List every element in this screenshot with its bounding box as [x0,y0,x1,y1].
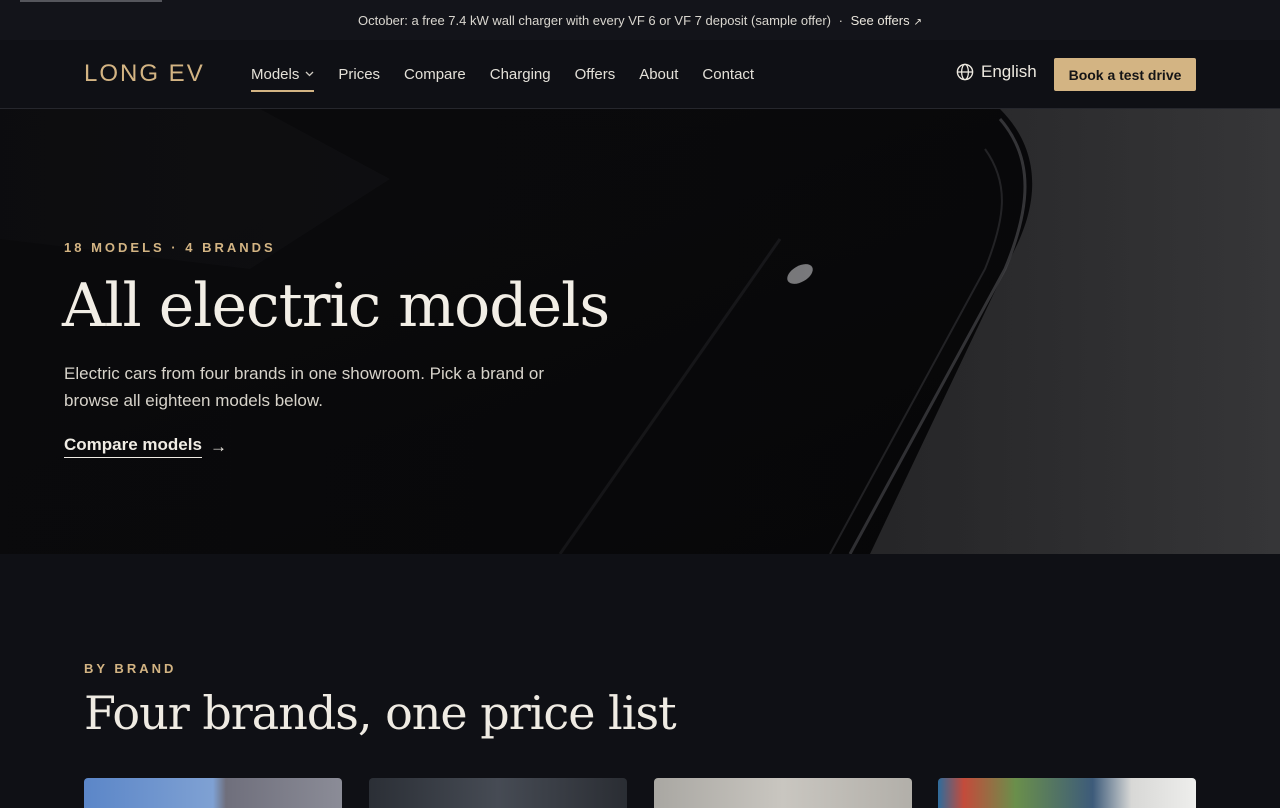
arrow-right-icon: → [209,436,227,456]
brands-eyebrow: BY BRAND [84,661,177,676]
main-nav: Models Prices Compare Charging Offers Ab… [251,40,778,108]
nav-item-label: Models [251,65,300,83]
nav-item-label: Prices [338,65,381,83]
nav-item-contact[interactable]: Contact [702,40,754,108]
compare-models-label: Compare models [64,435,202,458]
globe-icon [956,63,974,81]
see-offers-link[interactable]: See offers ↗ [851,13,922,28]
announcement-content: October: a free 7.4 kW wall charger with… [358,13,922,28]
announcement-separator: · [838,12,843,28]
nav-item-charging[interactable]: Charging [490,40,551,108]
compare-models-link[interactable]: Compare models → [64,435,227,458]
brands-title: Four brands, one price list [84,686,677,740]
nav-item-about[interactable]: About [639,40,678,108]
brand-card[interactable] [84,778,342,808]
brand-card[interactable] [369,778,627,808]
hero-section: 18 MODELS · 4 BRANDS All electric models… [0,109,1280,554]
nav-item-label: Compare [404,65,466,83]
nav-item-label: Charging [489,65,551,83]
nav-item-label: Offers [574,65,616,83]
nav-item-models[interactable]: Models [251,40,315,108]
logo[interactable]: LONG EV [84,60,205,88]
announcement-bar: October: a free 7.4 kW wall charger with… [0,0,1280,41]
language-label: English [981,62,1037,81]
brand-card[interactable] [654,778,912,808]
nav-item-label: About [639,65,679,83]
chevron-down-icon [305,69,314,80]
external-arrow-icon: ↗ [913,16,923,28]
site-header: LONG EV Models Prices Compare Charging O… [0,40,1280,109]
book-test-drive-button[interactable]: Book a test drive [1054,58,1196,91]
brand-card[interactable] [938,778,1196,808]
nav-item-prices[interactable]: Prices [338,40,380,108]
hero-description: Electric cars from four brands in one sh… [64,364,544,410]
page-title: All electric models [62,271,610,341]
announcement-progress [20,0,162,2]
see-offers-label: See offers [850,12,910,28]
language-selector[interactable]: English [956,62,1037,82]
announcement-text: October: a free 7.4 kW wall charger with… [357,12,831,28]
nav-item-label: Contact [702,65,755,83]
hero-eyebrow: 18 MODELS · 4 BRANDS [64,240,276,255]
nav-item-compare[interactable]: Compare [404,40,466,108]
nav-item-offers[interactable]: Offers [575,40,616,108]
